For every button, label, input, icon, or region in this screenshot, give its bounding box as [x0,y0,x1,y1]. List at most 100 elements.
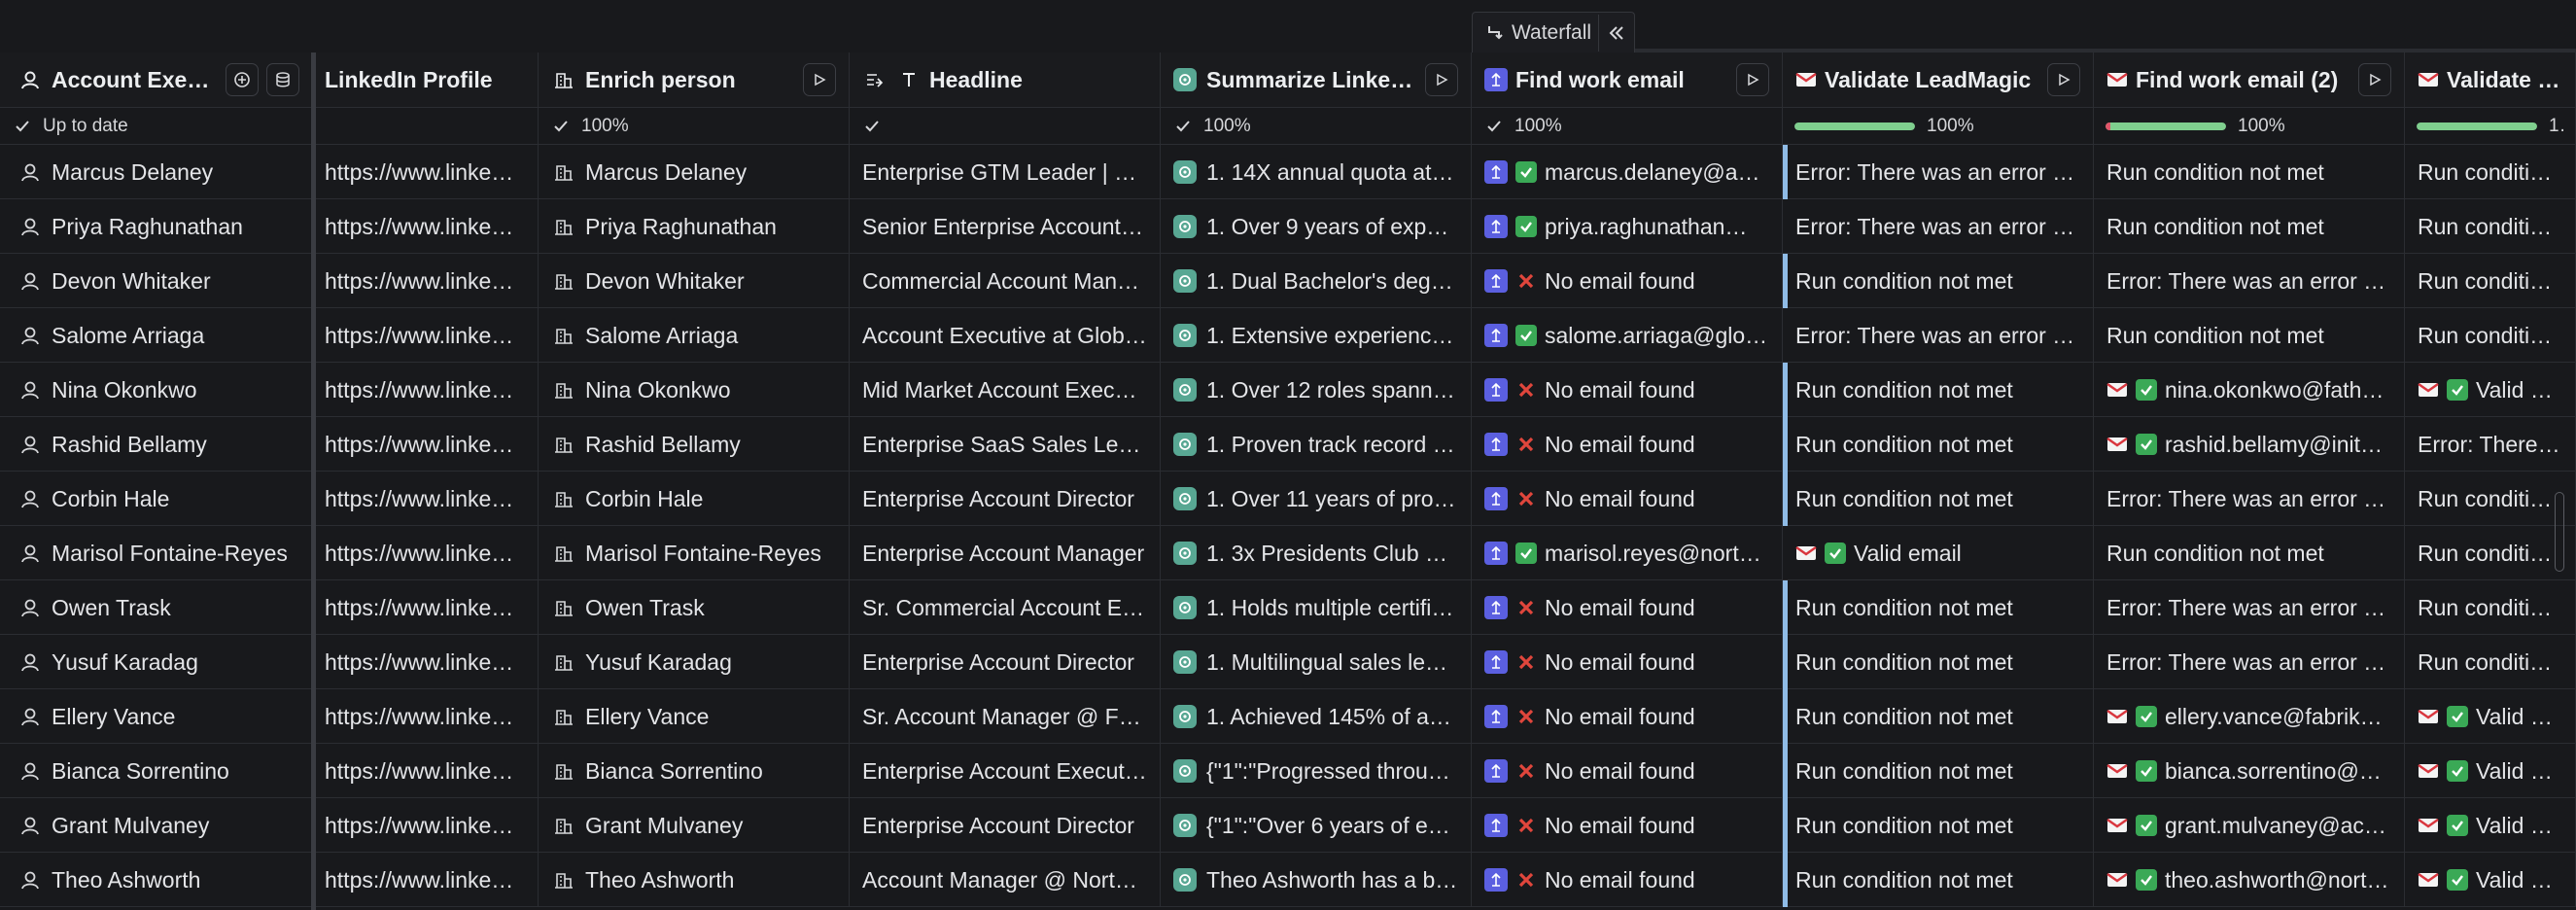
cell-enrich-person[interactable]: Marisol Fontaine-Reyes [539,526,850,580]
table-row[interactable]: Theo Ashworthhttps://www.linkedin.com/in… [0,853,2576,907]
cell-linkedin-profile[interactable]: https://www.linkedin.com/in/yusufkaradag [313,635,539,689]
table-row[interactable]: Grant Mulvaneyhttps://www.linkedin.com/i… [0,798,2576,853]
cell-validate-leadmagic[interactable]: Error: There was an error validating [1783,308,2094,363]
cell-linkedin-profile[interactable]: https://www.linkedin.com/in/corbinhale [313,472,539,526]
cell-linkedin-profile[interactable]: https://www.linkedin.com/in/elleryvance [313,689,539,744]
run-column-icon[interactable] [1736,63,1769,96]
cell-validate-find[interactable]: Run condition not met [2405,199,2576,254]
cell-find-work-email-2[interactable]: Error: There was an error finding [2094,472,2405,526]
cell-find-work-email-2[interactable]: Run condition not met [2094,526,2405,580]
cell-find-work-email[interactable]: No email found [1472,853,1783,907]
cell-validate-find[interactable]: Run condition not met [2405,635,2576,689]
collapse-group-icon[interactable] [1598,14,1634,52]
cell-find-work-email-2[interactable]: nina.okonkwo@fathomhq.com [2094,363,2405,417]
cell-headline[interactable]: Senior Enterprise Account Executive [850,199,1161,254]
cell-headline[interactable]: Enterprise Account Director [850,635,1161,689]
table-row[interactable]: Corbin Halehttps://www.linkedin.com/in/c… [0,472,2576,526]
cell-linkedin-profile[interactable]: https://www.linkedin.com/in/theoashworth [313,853,539,907]
cell-account-executive[interactable]: Salome Arriaga [0,308,313,363]
cell-account-executive[interactable]: Grant Mulvaney [0,798,313,853]
header-summarize-linkedin[interactable]: Summarize LinkedIn [1161,52,1472,107]
header-find-work-email-2[interactable]: Find work email (2) [2094,52,2405,107]
cell-account-executive[interactable]: Nina Okonkwo [0,363,313,417]
waterfall-group-tab[interactable]: Waterfall [1472,12,1635,52]
cell-headline[interactable]: Account Manager @ Northwind [850,853,1161,907]
cell-enrich-person[interactable]: Rashid Bellamy [539,417,850,472]
cell-headline[interactable]: Mid Market Account Executive [850,363,1161,417]
cell-headline[interactable]: Enterprise Account Manager [850,526,1161,580]
cell-validate-find[interactable]: Run condition not met [2405,472,2576,526]
table-row[interactable]: Yusuf Karadaghttps://www.linkedin.com/in… [0,635,2576,689]
cell-summarize-linkedin[interactable]: 1. Holds multiple certifications [1161,580,1472,635]
cell-enrich-person[interactable]: Yusuf Karadag [539,635,850,689]
cell-validate-leadmagic[interactable]: Run condition not met [1783,853,2094,907]
cell-find-work-email-2[interactable]: Error: There was an error finding [2094,635,2405,689]
cell-linkedin-profile[interactable]: https://www.linkedin.com/in/priyaraghuna… [313,199,539,254]
cell-find-work-email[interactable]: salome.arriaga@globant.com [1472,308,1783,363]
cell-find-work-email[interactable]: No email found [1472,635,1783,689]
cell-linkedin-profile[interactable]: https://www.linkedin.com/in/salomearriag… [313,308,539,363]
cell-enrich-person[interactable]: Owen Trask [539,580,850,635]
cell-summarize-linkedin[interactable]: 1. Multilingual sales leader [1161,635,1472,689]
cell-validate-find[interactable]: Valid email [2405,363,2576,417]
cell-find-work-email[interactable]: No email found [1472,798,1783,853]
cell-linkedin-profile[interactable]: https://www.linkedin.com/in/devonwhitake… [313,254,539,308]
cell-validate-leadmagic[interactable]: Run condition not met [1783,417,2094,472]
table-row[interactable]: Priya Raghunathanhttps://www.linkedin.co… [0,199,2576,254]
cell-validate-find[interactable]: Valid email [2405,744,2576,798]
table-row[interactable]: Owen Traskhttps://www.linkedin.com/in/ow… [0,580,2576,635]
cell-find-work-email[interactable]: No email found [1472,254,1783,308]
vertical-scrollbar[interactable] [2555,492,2564,572]
cell-headline[interactable]: Enterprise Account Director [850,472,1161,526]
cell-enrich-person[interactable]: Corbin Hale [539,472,850,526]
cell-summarize-linkedin[interactable]: 1. 3x Presidents Club winner [1161,526,1472,580]
cell-validate-find[interactable]: Run condition not met [2405,145,2576,199]
cell-validate-leadmagic[interactable]: Run condition not met [1783,635,2094,689]
cell-enrich-person[interactable]: Salome Arriaga [539,308,850,363]
cell-headline[interactable]: Enterprise Account Director [850,798,1161,853]
cell-linkedin-profile[interactable]: https://www.linkedin.com/in/biancasorren… [313,744,539,798]
cell-account-executive[interactable]: Corbin Hale [0,472,313,526]
cell-validate-find[interactable]: Valid email [2405,689,2576,744]
table-row[interactable]: Marisol Fontaine-Reyes https://www.linked… [0,526,2576,580]
cell-summarize-linkedin[interactable]: Theo Ashworth has a background [1161,853,1472,907]
cell-summarize-linkedin[interactable]: 1. Dual Bachelor's degree [1161,254,1472,308]
cell-find-work-email-2[interactable]: grant.mulvaney@acme.com [2094,798,2405,853]
cell-enrich-person[interactable]: Marcus Delaney [539,145,850,199]
cell-summarize-linkedin[interactable]: 1. Over 9 years of experience [1161,199,1472,254]
cell-headline[interactable]: Enterprise Account Executive [850,744,1161,798]
cell-find-work-email-2[interactable]: Run condition not met [2094,308,2405,363]
cell-headline[interactable]: Commercial Account Manager [850,254,1161,308]
cell-find-work-email[interactable]: No email found [1472,472,1783,526]
run-column-icon[interactable] [2047,63,2080,96]
cell-validate-leadmagic[interactable]: Run condition not met [1783,472,2094,526]
cell-enrich-person[interactable]: Priya Raghunathan [539,199,850,254]
cell-enrich-person[interactable]: Ellery Vance [539,689,850,744]
table-row[interactable]: Bianca Sorrentinohttps://www.linkedin.co… [0,744,2576,798]
cell-account-executive[interactable]: Marcus Delaney [0,145,313,199]
cell-linkedin-profile[interactable]: https://www.linkedin.com/in/marisolfonta… [313,526,539,580]
cell-account-executive[interactable]: Yusuf Karadag [0,635,313,689]
cell-enrich-person[interactable]: Theo Ashworth [539,853,850,907]
table-row[interactable]: Rashid Bellamyhttps://www.linkedin.com/i… [0,417,2576,472]
cell-find-work-email[interactable]: No email found [1472,744,1783,798]
table-row[interactable]: Marcus Delaneyhttps://www.linkedin.com/i… [0,145,2576,199]
cell-validate-find[interactable]: Run condition not met [2405,254,2576,308]
cell-find-work-email[interactable]: marisol.reyes@northwind.com [1472,526,1783,580]
run-column-icon[interactable] [803,63,836,96]
cell-find-work-email[interactable]: marcus.delaney@apexcloud.com [1472,145,1783,199]
cell-validate-find[interactable]: Run condition not met [2405,580,2576,635]
header-headline[interactable]: Headline [850,52,1161,107]
cell-headline[interactable]: Enterprise SaaS Sales Leader [850,417,1161,472]
cell-headline[interactable]: Account Executive at Globant [850,308,1161,363]
cell-enrich-person[interactable]: Bianca Sorrentino [539,744,850,798]
header-enrich-person[interactable]: Enrich person [539,52,850,107]
table-row[interactable]: Salome Arriagahttps://www.linkedin.com/i… [0,308,2576,363]
cell-validate-leadmagic[interactable]: Run condition not met [1783,254,2094,308]
table-row[interactable]: Devon Whitakerhttps://www.linkedin.com/i… [0,254,2576,308]
cell-find-work-email[interactable]: No email found [1472,417,1783,472]
cell-find-work-email-2[interactable]: theo.ashworth@northwind.com [2094,853,2405,907]
cell-find-work-email-2[interactable]: Error: There was an error finding [2094,580,2405,635]
cell-enrich-person[interactable]: Nina Okonkwo [539,363,850,417]
cell-find-work-email[interactable]: priya.raghunathan@corvex.io [1472,199,1783,254]
